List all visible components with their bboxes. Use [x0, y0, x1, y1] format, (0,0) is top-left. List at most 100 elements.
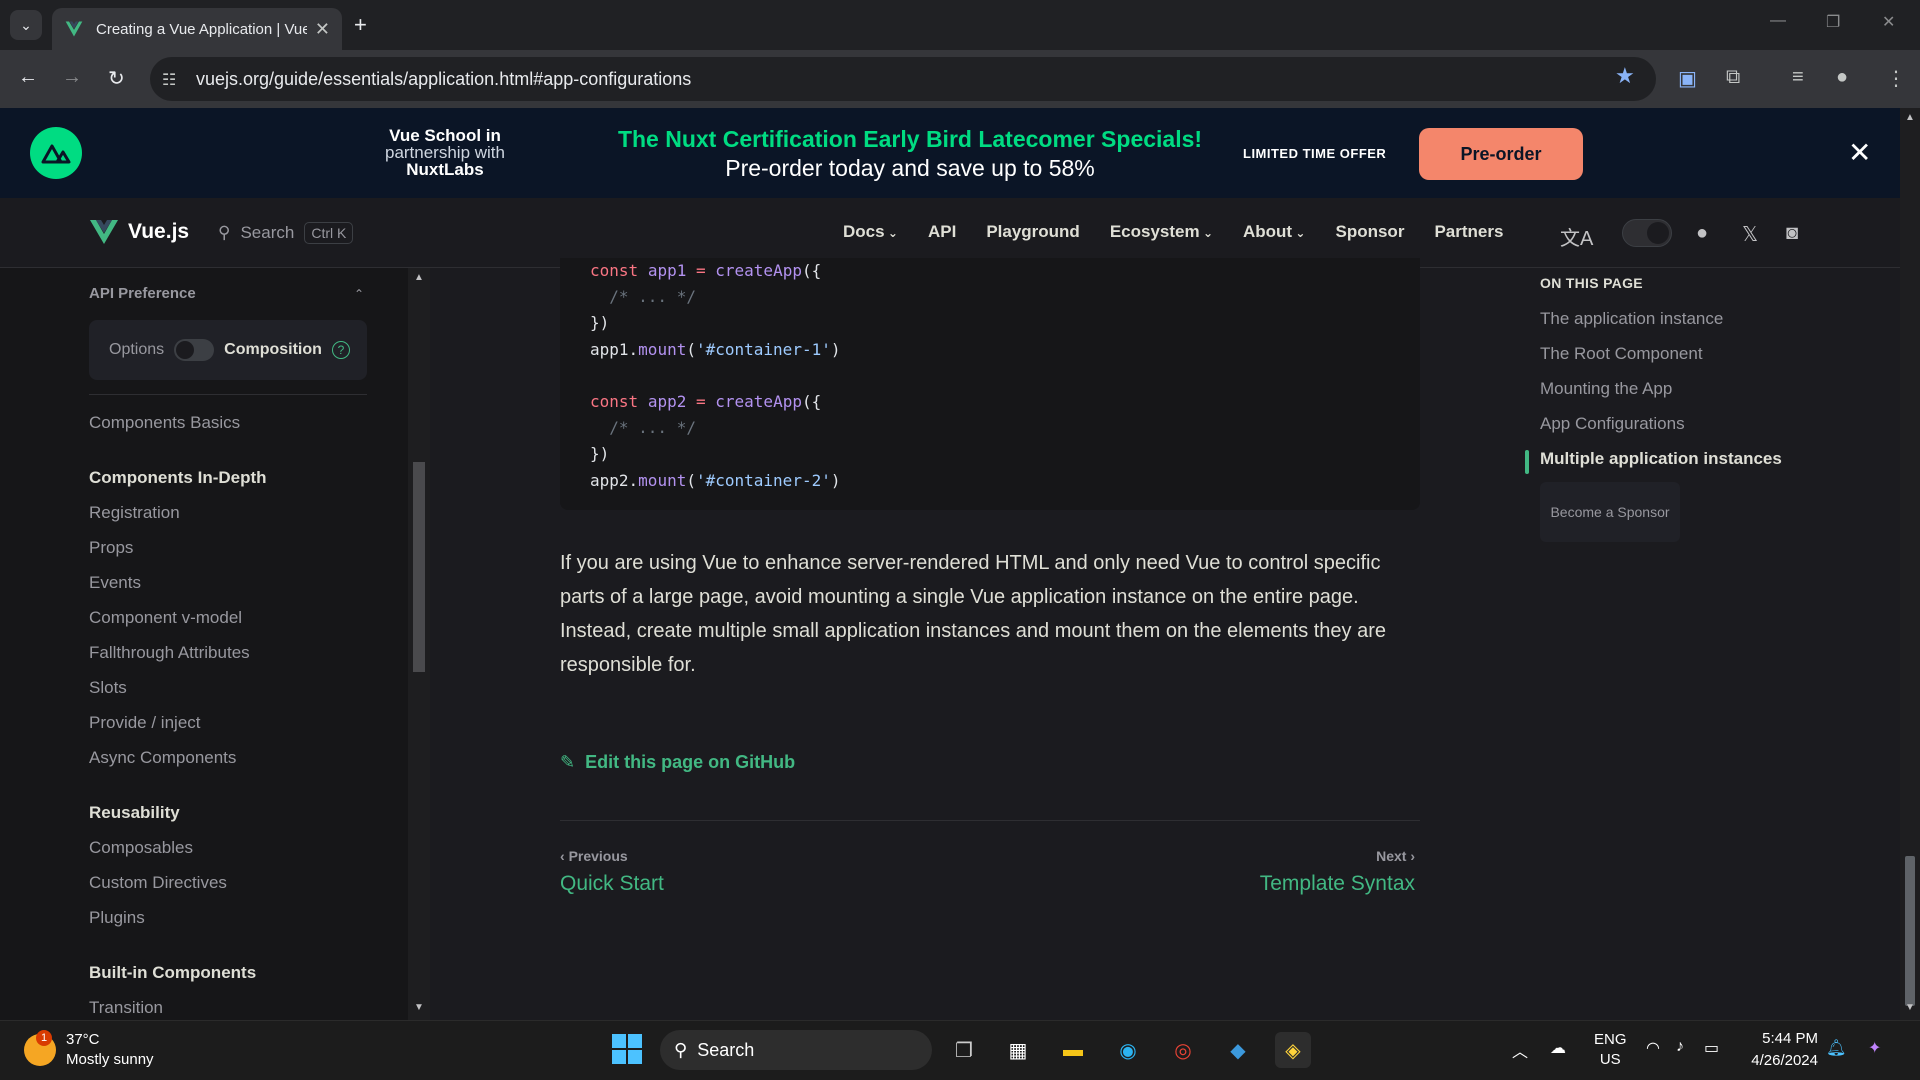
restore-icon[interactable]: ❐ — [1826, 12, 1840, 32]
active-tab[interactable]: Creating a Vue Application | Vue.js ✕ — [52, 8, 342, 50]
tray-chevron-icon[interactable]: ︿ — [1512, 1038, 1528, 1062]
task-view-icon[interactable]: ❐ — [946, 1032, 982, 1068]
search-button[interactable]: ⚲ Search Ctrl K — [218, 222, 354, 244]
page-scrollbar[interactable]: ▲ ▼ — [1900, 108, 1920, 1020]
github-icon[interactable]: ● — [1696, 222, 1708, 245]
copilot-icon[interactable]: ✦ — [1868, 1038, 1881, 1058]
page-scroll-up-icon[interactable]: ▲ — [1905, 112, 1915, 123]
media-control-icon[interactable]: ≡ — [1792, 66, 1804, 89]
taskbar-search-label: Search — [697, 1039, 755, 1060]
preorder-button[interactable]: Pre-order — [1419, 128, 1583, 180]
site-logo[interactable]: Vue.js — [90, 220, 189, 244]
dark-mode-toggle[interactable] — [1622, 219, 1672, 247]
store-icon[interactable]: ▦ — [1000, 1032, 1036, 1068]
nav-ecosystem[interactable]: Ecosystem — [1110, 222, 1213, 242]
sidebar-item-components-basics[interactable]: Components Basics — [89, 413, 240, 433]
search-label: Search — [240, 223, 295, 242]
next-page-link[interactable]: Template Syntax — [1260, 872, 1415, 896]
sidebar-item-slots[interactable]: Slots — [89, 678, 127, 698]
wifi-icon[interactable]: ◠ — [1646, 1038, 1660, 1058]
clock[interactable]: 5:44 PM 4/26/2024 — [1740, 1028, 1818, 1072]
taskbar-search[interactable]: ⚲ Search — [660, 1030, 932, 1070]
toc-active-marker — [1525, 450, 1529, 474]
prev-page-link[interactable]: Quick Start — [560, 872, 664, 896]
sidebar-item-registration[interactable]: Registration — [89, 503, 180, 523]
help-icon[interactable]: ? — [331, 341, 350, 359]
toc-heading: ON THIS PAGE — [1540, 275, 1643, 291]
nav-api[interactable]: API — [928, 222, 956, 242]
reload-icon[interactable]: ↻ — [108, 66, 125, 91]
bookmark-star-icon[interactable]: ★ — [1615, 63, 1635, 89]
scroll-down-icon[interactable]: ▼ — [414, 1002, 424, 1013]
start-button[interactable] — [612, 1034, 642, 1064]
sidebar-item-async[interactable]: Async Components — [89, 748, 236, 768]
sidebar-item-transition[interactable]: Transition — [89, 998, 163, 1018]
site-info-icon[interactable]: ☷ — [162, 70, 176, 90]
nav-links: Docs API Playground Ecosystem About Spon… — [843, 222, 1503, 242]
weather-widget[interactable]: 1 37°C Mostly sunny — [24, 1030, 154, 1070]
close-window-icon[interactable]: ✕ — [1882, 12, 1895, 32]
toc-item-mounting[interactable]: Mounting the App — [1540, 379, 1672, 399]
vscode-icon[interactable]: ◆ — [1220, 1032, 1256, 1068]
scroll-thumb[interactable] — [413, 462, 425, 672]
api-preference-label[interactable]: API Preference — [89, 285, 196, 302]
sidebar-item-plugins[interactable]: Plugins — [89, 908, 145, 928]
onedrive-icon[interactable]: ☁ — [1550, 1038, 1566, 1058]
option-composition[interactable]: Composition — [224, 341, 322, 359]
page-scroll-thumb[interactable] — [1905, 856, 1915, 1006]
edit-link-label: Edit this page on GitHub — [585, 752, 796, 772]
close-tab-icon[interactable]: ✕ — [315, 19, 330, 40]
nav-about[interactable]: About — [1243, 222, 1305, 242]
nav-docs[interactable]: Docs — [843, 222, 898, 242]
battery-icon[interactable]: ▭ — [1704, 1038, 1719, 1058]
language-indicator[interactable]: ENG US — [1594, 1030, 1627, 1070]
nav-playground[interactable]: Playground — [986, 222, 1080, 242]
api-toggle[interactable] — [174, 339, 215, 361]
sidebar-item-fallthrough[interactable]: Fallthrough Attributes — [89, 643, 250, 663]
chevron-up-icon[interactable]: ⌃ — [354, 287, 364, 301]
sidebar-item-events[interactable]: Events — [89, 573, 141, 593]
toc-item-app-instance[interactable]: The application instance — [1540, 309, 1723, 329]
sidebar-item-custom-directives[interactable]: Custom Directives — [89, 873, 227, 893]
url-input[interactable]: vuejs.org/guide/essentials/application.h… — [150, 57, 1656, 101]
profile-avatar[interactable]: ● — [1836, 66, 1848, 89]
menu-icon[interactable]: ⋮ — [1886, 66, 1906, 91]
toc-item-multiple-instances[interactable]: Multiple application instances — [1540, 449, 1782, 469]
translation-icon[interactable]: 文A — [1560, 222, 1593, 251]
sidebar-item-props[interactable]: Props — [89, 538, 133, 558]
nav-sponsor[interactable]: Sponsor — [1335, 222, 1404, 242]
tab-search-button[interactable]: ⌄ — [10, 10, 42, 40]
promo-headline: The Nuxt Certification Early Bird Lateco… — [617, 126, 1203, 152]
banner-close-icon[interactable]: ✕ — [1848, 136, 1871, 169]
footer-divider — [560, 820, 1420, 821]
become-sponsor-link[interactable]: Become a Sponsor — [1540, 482, 1680, 542]
extensions-icon[interactable]: ⧉ — [1726, 66, 1740, 89]
vue-favicon-icon — [65, 21, 83, 37]
x-twitter-icon[interactable]: 𝕏 — [1742, 222, 1758, 247]
sidebar-item-provide-inject[interactable]: Provide / inject — [89, 713, 201, 733]
page-scroll-down-icon[interactable]: ▼ — [1905, 1002, 1915, 1013]
api-preference-switch: Options Composition ? — [89, 320, 367, 380]
sidebar-scrollbar[interactable]: ▲ ▼ — [408, 268, 430, 1020]
sidebar-item-composables[interactable]: Composables — [89, 838, 193, 858]
toc-item-app-config[interactable]: App Configurations — [1540, 414, 1685, 434]
option-options[interactable]: Options — [109, 341, 164, 359]
scroll-up-icon[interactable]: ▲ — [414, 272, 424, 283]
edit-on-github-link[interactable]: ✎ Edit this page on GitHub — [560, 752, 795, 773]
forward-icon[interactable]: → — [62, 66, 82, 89]
edge-icon[interactable]: ◉ — [1110, 1032, 1146, 1068]
nav-partners[interactable]: Partners — [1434, 222, 1503, 242]
python-icon[interactable]: ◈ — [1275, 1032, 1311, 1068]
toc-item-root-component[interactable]: The Root Component — [1540, 344, 1703, 364]
discord-icon[interactable]: ◙ — [1786, 222, 1798, 245]
translate-icon[interactable]: ▣ — [1678, 66, 1697, 91]
back-icon[interactable]: ← — [18, 66, 38, 89]
new-tab-button[interactable]: + — [354, 12, 367, 38]
volume-icon[interactable]: ♪ — [1676, 1038, 1684, 1056]
chrome-icon[interactable]: ◎ — [1165, 1032, 1201, 1068]
file-explorer-icon[interactable]: ▬ — [1055, 1032, 1091, 1068]
notification-bell-icon[interactable]: 🔔︎ — [1826, 1038, 1846, 1058]
sidebar-item-v-model[interactable]: Component v-model — [89, 608, 242, 628]
minimize-icon[interactable]: — — [1770, 12, 1786, 30]
nuxt-logo-icon — [30, 127, 82, 179]
